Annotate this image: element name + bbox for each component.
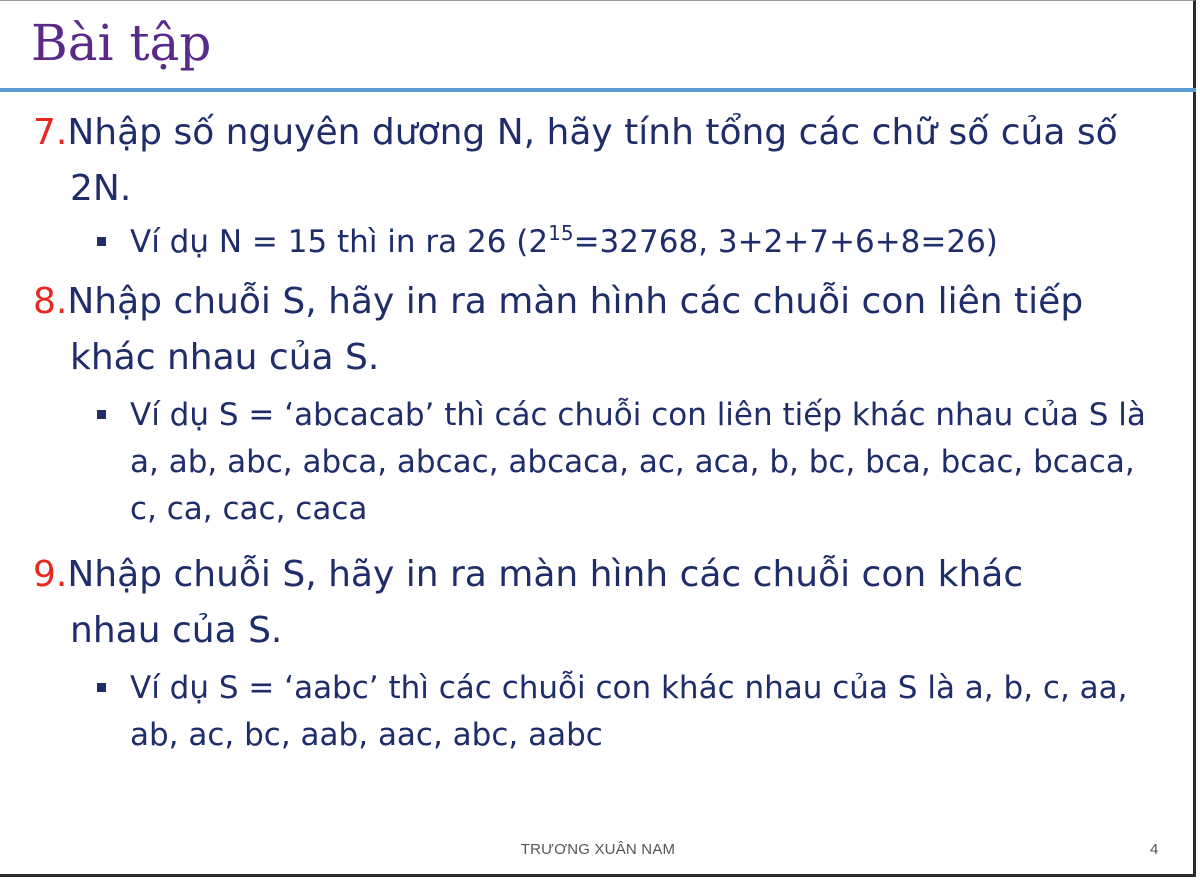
page-number: 4 (1150, 841, 1159, 858)
exercise-9: 9.Nhập chuỗi S, hãy in ra màn hình các c… (0, 547, 1120, 659)
square-bullet-icon (97, 683, 106, 692)
example-text-before: Ví dụ N = 15 thì in ra 26 (2 (130, 224, 549, 260)
example-7: Ví dụ N = 15 thì in ra 26 (215=32768, 3+… (0, 219, 1170, 266)
exercise-text: Nhập chuỗi S, hãy in ra màn hình các chu… (67, 554, 1024, 651)
exercise-number: 8. (33, 281, 68, 322)
example-9: Ví dụ S = ‘aabc’ thì các chuỗi con khác … (0, 665, 1170, 759)
example-superscript: 15 (548, 221, 574, 245)
slide-title: Bài tập (31, 14, 212, 72)
footer-author: TRƯƠNG XUÂN NAM (520, 841, 676, 858)
example-text-after: =32768, 3+2+7+6+8=26) (573, 224, 998, 260)
exercise-7: 7.Nhập số nguyên dương N, hãy tính tổng … (0, 105, 1120, 217)
example-text: Ví dụ S = ‘abcacab’ thì các chuỗi con li… (130, 397, 1146, 527)
example-8: Ví dụ S = ‘abcacab’ thì các chuỗi con li… (0, 392, 1170, 533)
exercise-number: 9. (33, 554, 68, 595)
title-divider (0, 88, 1196, 92)
exercise-text: Nhập số nguyên dương N, hãy tính tổng cá… (67, 112, 1118, 209)
exercise-number: 7. (33, 112, 68, 153)
exercise-text: Nhập chuỗi S, hãy in ra màn hình các chu… (67, 281, 1084, 378)
example-text: Ví dụ S = ‘aabc’ thì các chuỗi con khác … (130, 670, 1128, 753)
slide-content: 7.Nhập số nguyên dương N, hãy tính tổng … (0, 105, 1196, 759)
slide: Bài tập 7.Nhập số nguyên dương N, hãy tí… (0, 0, 1196, 877)
square-bullet-icon (97, 237, 106, 246)
exercise-8: 8.Nhập chuỗi S, hãy in ra màn hình các c… (0, 274, 1120, 386)
square-bullet-icon (97, 410, 106, 419)
